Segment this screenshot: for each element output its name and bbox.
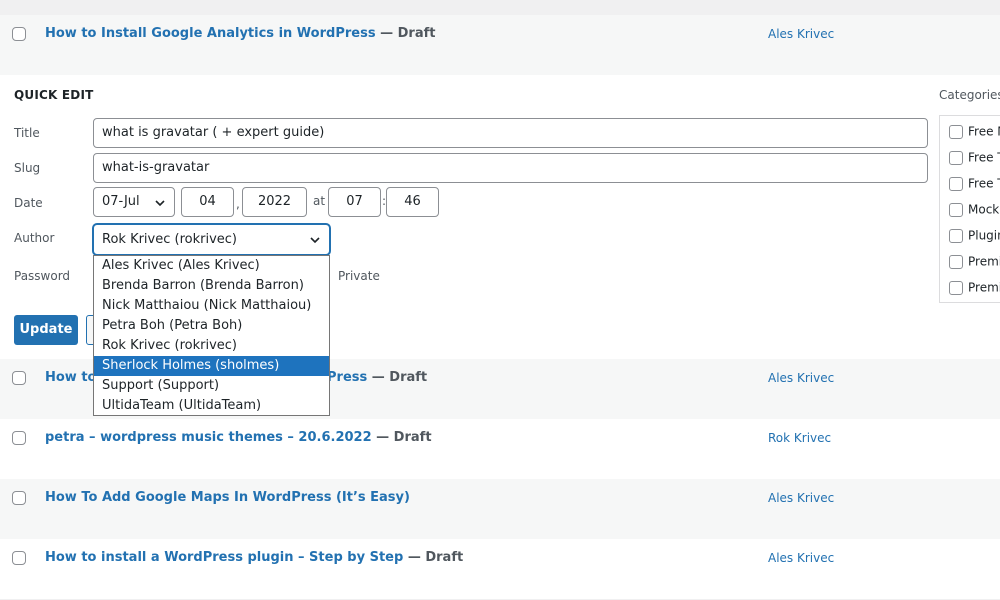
slug-label: Slug xyxy=(14,161,41,175)
author-dropdown-list: Ales Krivec (Ales Krivec) Brenda Barron … xyxy=(93,255,330,416)
author-option[interactable]: Nick Matthaiou (Nick Matthaiou) xyxy=(94,296,329,316)
category-checkbox[interactable] xyxy=(949,150,963,165)
post-author-link[interactable]: Ales Krivec xyxy=(768,371,834,385)
category-item[interactable]: Mock xyxy=(949,202,999,218)
quick-edit-heading: QUICK EDIT xyxy=(14,88,94,102)
post-state: — Draft xyxy=(371,370,428,385)
author-option[interactable]: Rok Krivec (rokrivec) xyxy=(94,336,329,356)
post-title-text[interactable]: petra – wordpress music themes – 20.6.20… xyxy=(45,430,372,445)
title-label: Title xyxy=(14,126,40,140)
slug-input[interactable]: what-is-gravatar xyxy=(93,153,928,183)
chevron-down-icon xyxy=(310,237,320,244)
post-author-link[interactable]: Ales Krivec xyxy=(768,551,834,565)
category-checkbox[interactable] xyxy=(949,254,963,269)
private-label[interactable]: Private xyxy=(338,269,380,283)
author-select[interactable]: Rok Krivec (rokrivec) xyxy=(93,224,330,255)
author-label: Author xyxy=(14,231,55,245)
category-checkbox[interactable] xyxy=(949,124,963,139)
post-title-link[interactable]: How to install a WordPress plugin – Step… xyxy=(45,550,463,565)
category-checkbox[interactable] xyxy=(949,202,963,217)
row-checkbox[interactable] xyxy=(12,491,26,505)
author-option[interactable]: Brenda Barron (Brenda Barron) xyxy=(94,276,329,296)
title-input[interactable]: what is gravatar ( + expert guide) xyxy=(93,118,928,148)
category-checkbox[interactable] xyxy=(949,228,963,243)
date-day-input[interactable]: 04 xyxy=(181,187,234,217)
row-checkbox[interactable] xyxy=(12,431,26,445)
date-comma: , xyxy=(236,197,240,211)
author-option-highlighted[interactable]: Sherlock Holmes (sholmes) xyxy=(94,356,329,376)
post-row: petra – wordpress music themes – 20.6.20… xyxy=(0,419,1000,479)
category-item[interactable]: Free M xyxy=(949,124,1000,140)
author-select-value: Rok Krivec (rokrivec) xyxy=(102,232,237,247)
post-state: — Draft xyxy=(376,430,432,445)
post-title-text[interactable]: How To Add Google Maps In WordPress (It’… xyxy=(45,490,410,505)
post-title-link-tail[interactable]: Press — Draft xyxy=(327,370,427,385)
date-year-input[interactable]: 2022 xyxy=(242,187,307,217)
row-checkbox[interactable] xyxy=(12,551,26,565)
date-month-value: 07-Jul xyxy=(102,194,140,209)
post-title-text[interactable]: Press xyxy=(327,370,367,385)
date-hour-input[interactable]: 07 xyxy=(328,187,381,217)
post-title-text[interactable]: How to Install Google Analytics in WordP… xyxy=(45,26,376,41)
row-checkbox[interactable] xyxy=(12,371,26,385)
row-checkbox[interactable] xyxy=(12,27,26,41)
update-button[interactable]: Update xyxy=(14,315,78,345)
post-row: How To Add Google Maps In WordPress (It’… xyxy=(0,479,1000,539)
category-item[interactable]: Plugin xyxy=(949,228,1000,244)
categories-heading: Categories xyxy=(939,88,1000,102)
author-option[interactable]: UltidaTeam (UltidaTeam) xyxy=(94,396,329,416)
category-item[interactable]: Premi xyxy=(949,280,1000,296)
date-month-select[interactable]: 07-Jul xyxy=(93,187,175,217)
post-title-text[interactable]: How to install a WordPress plugin – Step… xyxy=(45,550,403,565)
date-at-label: at xyxy=(313,194,326,208)
author-option[interactable]: Support (Support) xyxy=(94,376,329,396)
post-state: — Draft xyxy=(407,550,464,565)
category-item[interactable]: Free T xyxy=(949,150,1000,166)
date-minute-input[interactable]: 46 xyxy=(386,187,439,217)
category-item[interactable]: Premi xyxy=(949,254,1000,270)
author-option[interactable]: Petra Boh (Petra Boh) xyxy=(94,316,329,336)
category-checkbox[interactable] xyxy=(949,176,963,191)
category-checkbox[interactable] xyxy=(949,280,963,295)
post-row: How to install a WordPress plugin – Step… xyxy=(0,539,1000,599)
categories-checklist: Free M Free T Free T Mock Plugin Premi P… xyxy=(939,115,1000,303)
date-label: Date xyxy=(14,196,43,210)
password-label: Password xyxy=(14,269,71,283)
post-title-link[interactable]: How To Add Google Maps In WordPress (It’… xyxy=(45,490,410,505)
post-state: — Draft xyxy=(380,26,436,41)
post-title-link[interactable]: petra – wordpress music themes – 20.6.20… xyxy=(45,430,432,445)
post-title-link[interactable]: How to xyxy=(45,370,97,385)
post-author-link[interactable]: Rok Krivec xyxy=(768,431,831,445)
post-author-link[interactable]: Ales Krivec xyxy=(768,491,834,505)
post-row: How to Install Google Analytics in WordP… xyxy=(0,15,1000,75)
post-title-link[interactable]: How to Install Google Analytics in WordP… xyxy=(45,26,435,41)
category-item[interactable]: Free T xyxy=(949,176,1000,192)
post-title-text[interactable]: How to xyxy=(45,370,97,385)
author-option[interactable]: Ales Krivec (Ales Krivec) xyxy=(94,256,329,276)
chevron-down-icon xyxy=(155,200,165,207)
post-author-link[interactable]: Ales Krivec xyxy=(768,27,834,41)
